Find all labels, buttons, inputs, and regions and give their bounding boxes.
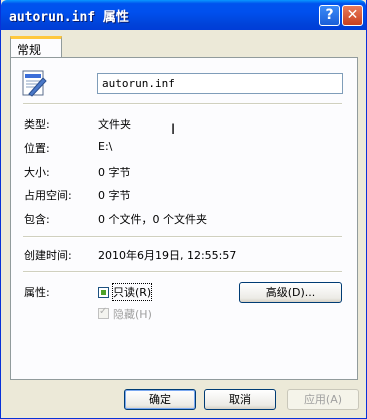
window-title: autorun.inf 属性 <box>9 10 129 25</box>
properties-dialog: autorun.inf 属性 ? ✕ 常规 autorun.inf 类型: 文件… <box>0 0 367 419</box>
size-value: 0 字节 <box>98 166 131 179</box>
separator <box>23 236 342 238</box>
tab-general[interactable]: 常规 <box>10 36 62 58</box>
close-button[interactable]: ✕ <box>342 5 363 26</box>
readonly-label[interactable]: 只读(R) <box>111 283 153 301</box>
location-label: 位置: <box>24 142 50 155</box>
ok-button[interactable]: 确定 <box>124 389 196 410</box>
size-on-disk-label: 占用空间: <box>24 189 72 202</box>
separator <box>23 103 342 105</box>
advanced-button[interactable]: 高级(D)... <box>239 282 342 303</box>
location-value: E:\ <box>98 140 113 153</box>
separator <box>23 271 342 273</box>
created-label: 创建时间: <box>24 249 72 262</box>
text-cursor-icon: Ⅰ <box>171 122 176 138</box>
cancel-button[interactable]: 取消 <box>204 389 276 410</box>
file-name-field[interactable]: autorun.inf <box>97 73 343 94</box>
file-properties-icon <box>22 70 47 97</box>
contains-value: 0 个文件，0 个文件夹 <box>98 213 207 226</box>
hidden-label: 隐藏(H) <box>113 308 152 321</box>
readonly-checkbox[interactable] <box>98 287 109 298</box>
created-value: 2010年6月19日, 12:55:57 <box>98 249 237 262</box>
size-label: 大小: <box>24 166 50 179</box>
apply-button[interactable]: 应用(A) <box>287 389 359 410</box>
title-bar[interactable]: autorun.inf 属性 ? ✕ <box>1 0 366 30</box>
size-on-disk-value: 0 字节 <box>98 189 131 202</box>
attributes-label: 属性: <box>24 286 50 299</box>
type-value: 文件夹 <box>98 118 131 131</box>
contains-label: 包含: <box>24 213 50 226</box>
type-label: 类型: <box>24 118 50 131</box>
hidden-checkbox[interactable] <box>98 306 109 319</box>
help-button[interactable]: ? <box>319 5 340 26</box>
